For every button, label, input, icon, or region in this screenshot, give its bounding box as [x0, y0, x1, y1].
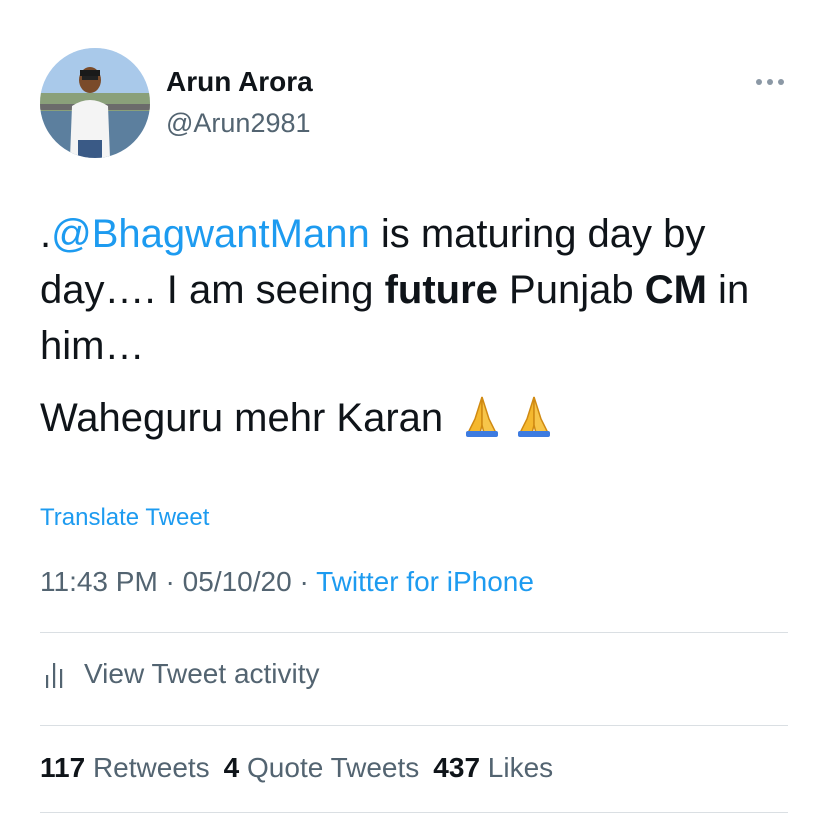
quote-tweets-count: 4 [223, 752, 240, 783]
divider [40, 632, 788, 633]
tweet-text-b: Punjab [497, 268, 645, 312]
retweets-label: Retweets [92, 752, 210, 783]
engagement-stats: 117 Retweets 4 Quote Tweets 437 Likes [40, 752, 567, 784]
tweet-bold-b: CM [644, 268, 707, 312]
view-activity-label: View Tweet activity [84, 658, 320, 689]
likes-count: 437 [433, 752, 481, 783]
meta-separator: · [157, 566, 183, 597]
tweet-second-paragraph: Waheguru mehr Karan [40, 396, 444, 440]
tweet-paragraph-2: Waheguru mehr Karan [40, 390, 790, 446]
retweets-stat[interactable]: 117 Retweets [40, 752, 210, 783]
translate-tweet-link[interactable]: Translate Tweet [40, 504, 209, 532]
retweets-count: 117 [40, 752, 86, 783]
meta-separator: · [291, 566, 317, 597]
mention-link[interactable]: @BhagwantMann [51, 212, 370, 256]
tweet-bold-a: future [384, 268, 498, 312]
tweet-time[interactable]: 11:43 PM [40, 566, 158, 597]
tweet-text: .@BhagwantMann is maturing day by day…. … [40, 206, 790, 446]
divider [40, 725, 788, 726]
quote-tweets-label: Quote Tweets [247, 752, 420, 783]
author-name[interactable]: Arun Arora [166, 66, 313, 98]
avatar-photo [40, 48, 150, 158]
author-handle[interactable]: @Arun2981 [166, 108, 311, 139]
quote-tweets-stat[interactable]: 4 Quote Tweets [224, 752, 420, 783]
tweet-prefix: . [40, 212, 52, 256]
tweet-meta: 11:43 PM · 05/10/20 · Twitter for iPhone [40, 566, 534, 598]
more-options-button[interactable] [752, 68, 788, 96]
view-activity-button[interactable]: View Tweet activity [40, 658, 320, 690]
divider [40, 812, 788, 813]
analytics-icon [46, 663, 63, 688]
more-dots-icon [756, 79, 784, 85]
avatar[interactable] [40, 48, 150, 158]
tweet-date[interactable]: 05/10/20 [183, 566, 292, 597]
tweet-paragraph-1: .@BhagwantMann is maturing day by day…. … [40, 206, 790, 374]
likes-label: Likes [487, 752, 554, 783]
likes-stat[interactable]: 437 Likes [433, 752, 553, 783]
folded-hands-icon [458, 391, 506, 439]
tweet-source-link[interactable]: Twitter for iPhone [316, 566, 534, 597]
folded-hands-icon [510, 391, 558, 439]
